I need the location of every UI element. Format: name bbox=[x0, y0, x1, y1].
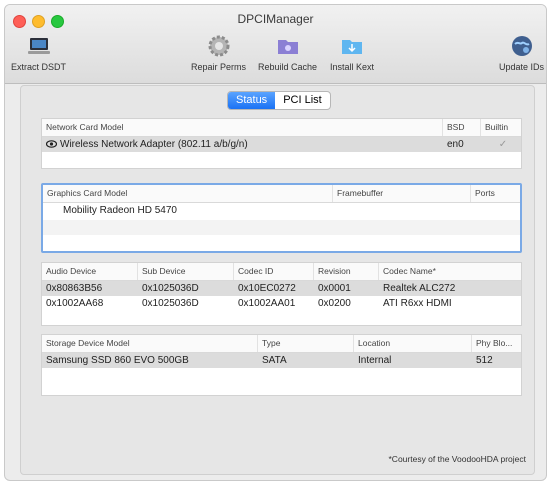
table-row bbox=[42, 152, 521, 167]
audio-table[interactable]: Audio Device Sub Device Codec ID Revisio… bbox=[41, 262, 522, 326]
column-header[interactable]: Location bbox=[354, 335, 472, 352]
install-kext-label: Install Kext bbox=[330, 62, 375, 72]
extract-dsdt-label: Extract DSDT bbox=[11, 62, 67, 72]
column-header[interactable]: BSD bbox=[443, 119, 481, 136]
titlebar: DPCIManager Extract DSDT Repair Perms Re… bbox=[5, 5, 546, 84]
tab-pci-list[interactable]: PCI List bbox=[275, 92, 330, 109]
repair-perms-button[interactable]: Repair Perms bbox=[191, 33, 246, 72]
table-header: Network Card Model BSD Builtin bbox=[42, 119, 521, 137]
graphics-table[interactable]: Graphics Card Model Framebuffer Ports Mo… bbox=[41, 183, 522, 253]
globe-icon bbox=[509, 33, 535, 59]
storage-model: Samsung SSD 860 EVO 500GB bbox=[46, 355, 189, 366]
column-header[interactable]: Sub Device bbox=[138, 263, 234, 280]
table-row[interactable]: Samsung SSD 860 EVO 500GB SATA Internal … bbox=[42, 353, 521, 368]
install-kext-button[interactable]: Install Kext bbox=[330, 33, 374, 72]
app-window: DPCIManager Extract DSDT Repair Perms Re… bbox=[4, 4, 547, 481]
rebuild-cache-button[interactable]: Rebuild Cache bbox=[258, 33, 317, 72]
folder-icon bbox=[339, 33, 365, 59]
table-header: Audio Device Sub Device Codec ID Revisio… bbox=[42, 263, 521, 281]
courtesy-note: *Courtesy of the VoodooHDA project bbox=[388, 454, 527, 464]
sub-device: 0x1025036D bbox=[142, 283, 199, 294]
column-header[interactable]: Network Card Model bbox=[42, 119, 443, 136]
table-header: Storage Device Model Type Location Phy B… bbox=[42, 335, 521, 353]
folder-icon bbox=[275, 33, 301, 59]
tab-control: Status PCI List bbox=[227, 91, 331, 110]
storage-phy-block: 512 bbox=[476, 355, 493, 366]
column-header[interactable]: Storage Device Model bbox=[42, 335, 258, 352]
audio-device: 0x80863B56 bbox=[46, 283, 103, 294]
storage-table[interactable]: Storage Device Model Type Location Phy B… bbox=[41, 334, 522, 396]
table-row[interactable]: Wireless Network Adapter (802.11 a/b/g/n… bbox=[42, 137, 521, 152]
column-header[interactable]: Codec Name* bbox=[379, 263, 521, 280]
column-header[interactable]: Revision bbox=[314, 263, 379, 280]
ports-cell bbox=[471, 203, 520, 220]
table-row bbox=[42, 368, 521, 383]
column-header[interactable]: Framebuffer bbox=[333, 185, 471, 202]
network-model: Wireless Network Adapter (802.11 a/b/g/n… bbox=[60, 139, 248, 150]
gear-icon bbox=[206, 33, 232, 59]
column-header[interactable]: Graphics Card Model bbox=[43, 185, 333, 202]
eye-icon[interactable] bbox=[45, 140, 58, 151]
column-header[interactable]: Codec ID bbox=[234, 263, 314, 280]
update-ids-button[interactable]: Update IDs bbox=[499, 33, 544, 72]
bsd-cell: en0 bbox=[447, 139, 464, 150]
codec-id: 0x10EC0272 bbox=[238, 283, 296, 294]
extract-dsdt-button[interactable]: Extract DSDT bbox=[11, 33, 66, 72]
table-row[interactable]: 0x80863B56 0x1025036D 0x10EC0272 0x0001 … bbox=[42, 281, 521, 296]
table-row[interactable]: 0x1002AA68 0x1025036D 0x1002AA01 0x0200 … bbox=[42, 296, 521, 311]
column-header[interactable]: Type bbox=[258, 335, 354, 352]
repair-perms-label: Repair Perms bbox=[191, 62, 247, 72]
column-header[interactable]: Phy Blo... bbox=[472, 335, 521, 352]
update-ids-label: Update IDs bbox=[499, 62, 545, 72]
codec-name: ATI R6xx HDMI bbox=[383, 298, 452, 309]
storage-type: SATA bbox=[262, 355, 287, 366]
table-header: Graphics Card Model Framebuffer Ports bbox=[43, 185, 520, 203]
column-header[interactable]: Audio Device bbox=[42, 263, 138, 280]
tab-status[interactable]: Status bbox=[228, 92, 276, 109]
revision: 0x0200 bbox=[318, 298, 351, 309]
framebuffer-cell bbox=[333, 203, 471, 220]
column-header[interactable]: Builtin bbox=[481, 119, 521, 136]
graphics-model: Mobility Radeon HD 5470 bbox=[63, 205, 177, 216]
revision: 0x0001 bbox=[318, 283, 351, 294]
sub-device: 0x1025036D bbox=[142, 298, 199, 309]
codec-id: 0x1002AA01 bbox=[238, 298, 296, 309]
codec-name: Realtek ALC272 bbox=[383, 283, 456, 294]
network-table[interactable]: Network Card Model BSD Builtin Wireless … bbox=[41, 118, 522, 169]
window-title: DPCIManager bbox=[237, 12, 314, 26]
laptop-icon bbox=[26, 33, 52, 59]
audio-device: 0x1002AA68 bbox=[46, 298, 104, 309]
table-row bbox=[43, 220, 520, 235]
network-model-cell: Wireless Network Adapter (802.11 a/b/g/n… bbox=[42, 137, 443, 152]
rebuild-cache-label: Rebuild Cache bbox=[258, 62, 318, 72]
status-panel: Status PCI List Network Card Model BSD B… bbox=[20, 85, 535, 475]
column-header[interactable]: Ports bbox=[471, 185, 520, 202]
table-row[interactable]: Mobility Radeon HD 5470 bbox=[43, 203, 520, 220]
storage-location: Internal bbox=[358, 355, 392, 366]
builtin-checkmark: ✓ bbox=[498, 139, 508, 150]
